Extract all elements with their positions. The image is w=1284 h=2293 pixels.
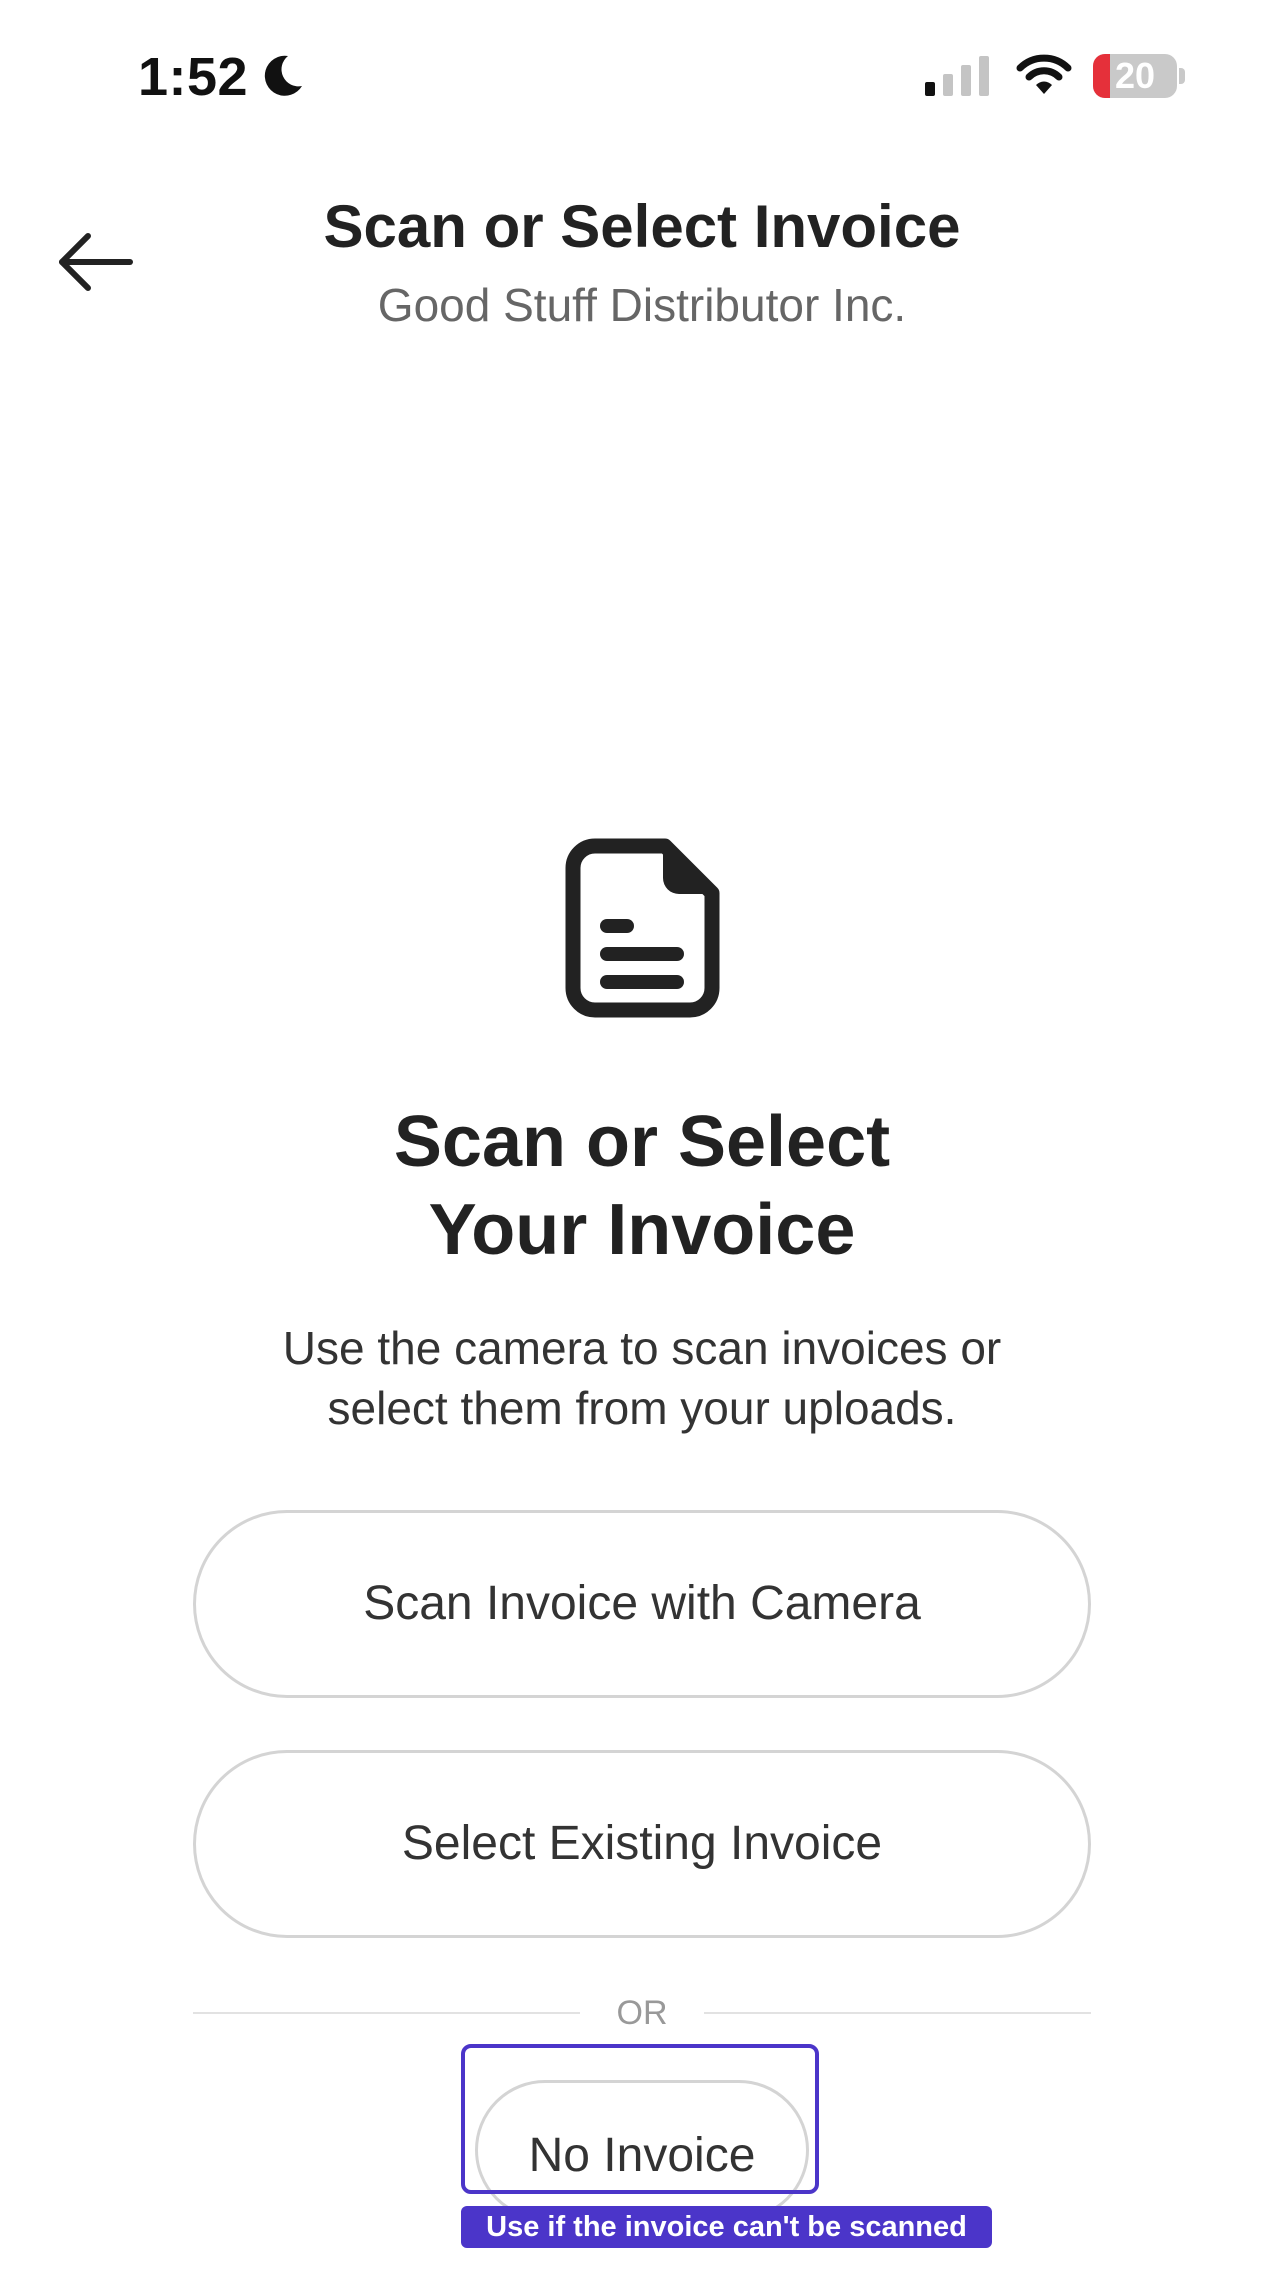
battery-body: 20 (1093, 54, 1177, 98)
or-divider: OR (193, 1988, 1091, 2038)
wifi-icon (1016, 54, 1072, 94)
main-heading-line2: Your Invoice (428, 1190, 856, 1270)
page-title: Scan or Select Invoice (323, 193, 961, 260)
divider-line-left (193, 2012, 580, 2014)
screen: 1:52 20 Scan or Select Invoice Good Stuf… (0, 0, 1284, 2293)
page-subtitle: Good Stuff Distributor Inc. (377, 279, 907, 331)
description: Use the camera to scan invoices or selec… (0, 1318, 1284, 1438)
moon-icon (264, 55, 302, 96)
select-existing-invoice-button[interactable]: Select Existing Invoice (193, 1750, 1091, 1938)
document-icon (565, 838, 720, 1018)
cellular-signal-icon (925, 56, 989, 96)
battery-indicator: 20 (1093, 54, 1185, 98)
main-heading-line1: Scan or Select (393, 1102, 891, 1182)
battery-cap (1179, 68, 1185, 84)
battery-level: 20 (1114, 55, 1156, 96)
main-heading: Scan or Select Your Invoice (0, 1098, 1284, 1274)
scan-invoice-camera-button[interactable]: Scan Invoice with Camera (193, 1510, 1091, 1698)
description-line1: Use the camera to scan invoices or (282, 1322, 1002, 1374)
description-line2: select them from your uploads. (327, 1382, 957, 1434)
no-invoice-highlight (461, 2044, 819, 2194)
status-time: 1:52 (138, 47, 249, 107)
no-invoice-tooltip: Use if the invoice can't be scanned (461, 2206, 992, 2248)
divider-line-right (704, 2012, 1091, 2014)
or-label: OR (616, 1994, 668, 2032)
